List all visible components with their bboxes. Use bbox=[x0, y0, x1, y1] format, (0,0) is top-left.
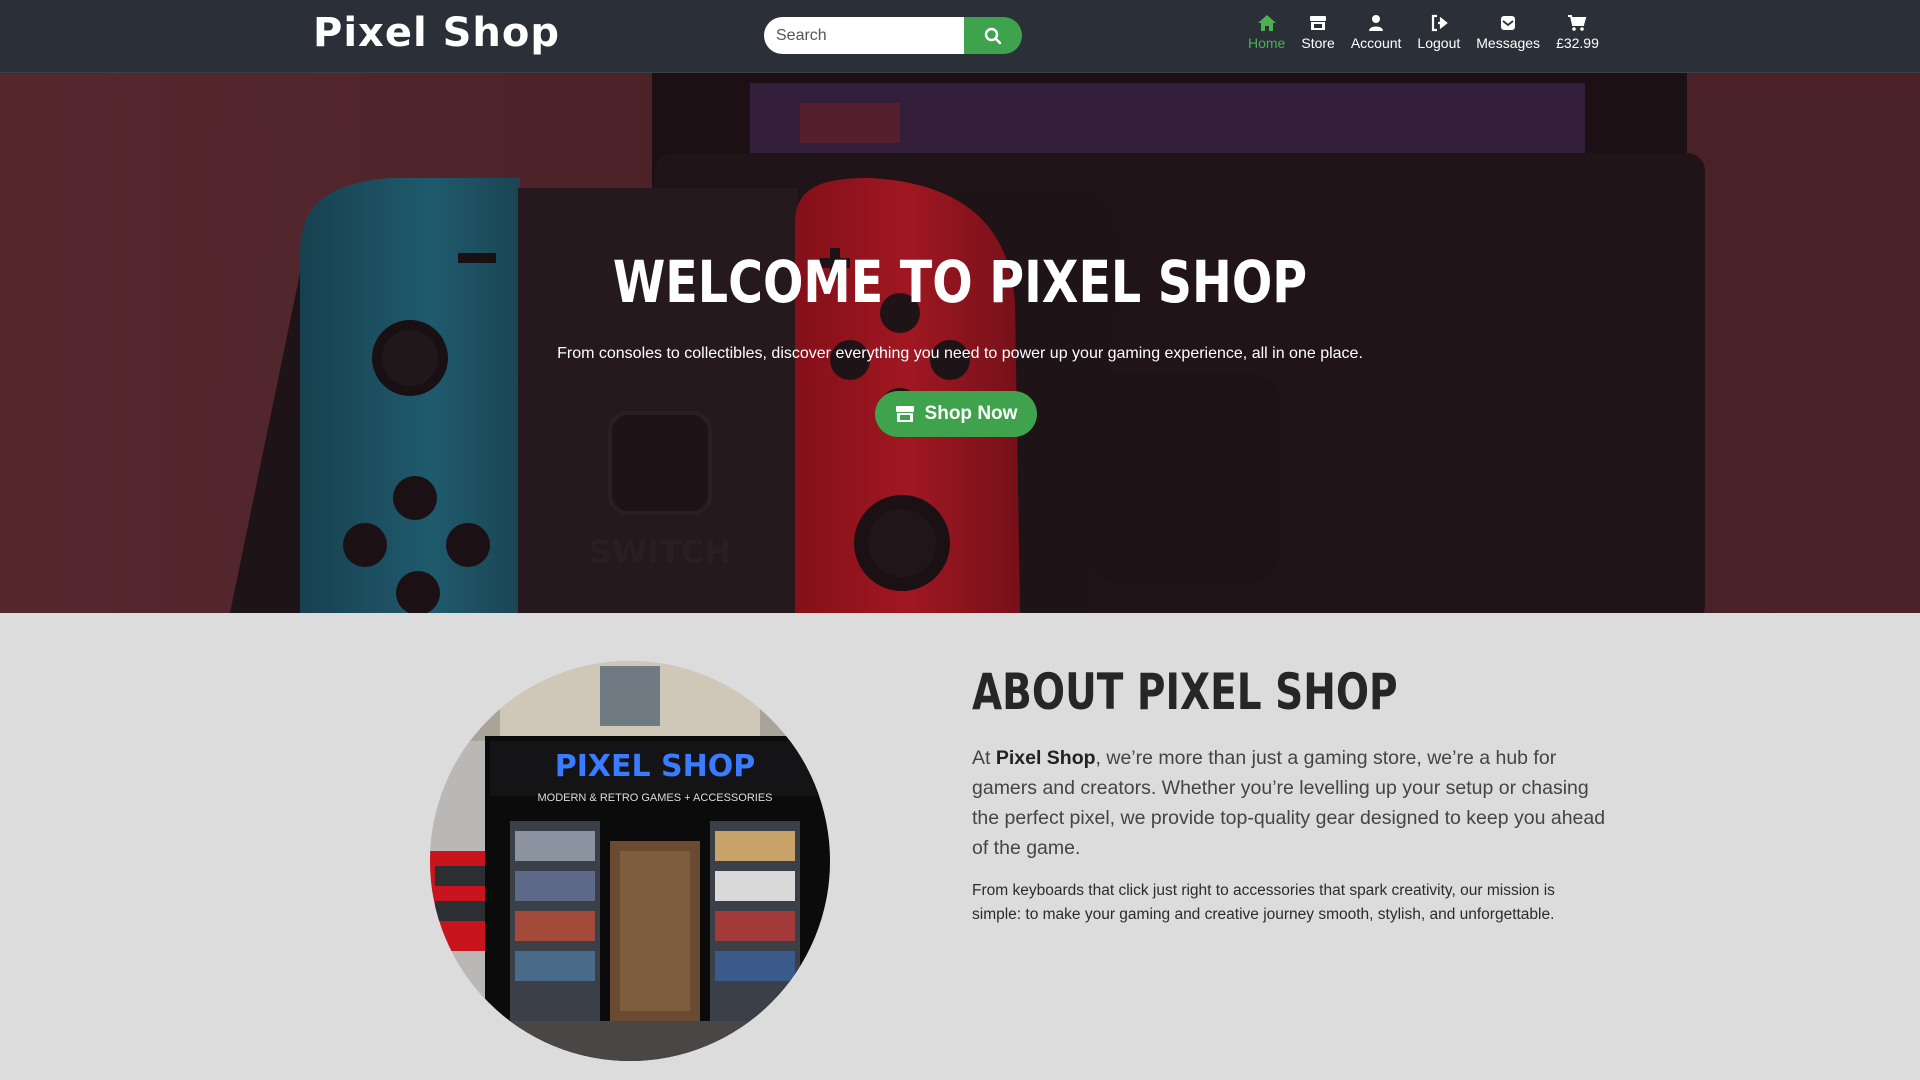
nav-cart[interactable]: £32.99 bbox=[1548, 12, 1607, 60]
top-navbar: Pixel Shop Home Store Account bbox=[0, 0, 1920, 73]
cart-icon bbox=[1567, 12, 1587, 34]
nav-messages-label: Messages bbox=[1476, 35, 1541, 51]
storefront-photo: PIXEL SHOP MODERN & RETRO GAMES + ACCESS… bbox=[430, 661, 830, 1061]
search-button[interactable] bbox=[964, 17, 1022, 54]
search-icon bbox=[984, 27, 1002, 44]
storefront-sign: PIXEL SHOP bbox=[555, 749, 756, 784]
storefront-sign-sub: MODERN & RETRO GAMES + ACCESSORIES bbox=[537, 792, 772, 804]
about-title: ABOUT PIXEL SHOP bbox=[972, 663, 1398, 721]
search-bar bbox=[764, 17, 1022, 54]
nav-messages[interactable]: Messages bbox=[1468, 12, 1548, 60]
hero-title: WELCOME TO PIXEL SHOP bbox=[612, 248, 1308, 316]
nav-home[interactable]: Home bbox=[1240, 12, 1293, 60]
site-logo[interactable]: Pixel Shop bbox=[313, 10, 560, 56]
nav-account-label: Account bbox=[1350, 35, 1402, 51]
nav-logout-label: Logout bbox=[1417, 35, 1461, 51]
store-icon bbox=[1309, 12, 1327, 34]
main-nav: Home Store Account Logout Messages £32.9… bbox=[1240, 12, 1607, 60]
home-icon bbox=[1257, 12, 1277, 34]
nav-home-label: Home bbox=[1248, 35, 1286, 51]
about-intro-prefix: At bbox=[972, 747, 996, 769]
hero-subtitle: From consoles to collectibles, discover … bbox=[557, 345, 1363, 362]
hero-overlay bbox=[0, 73, 1920, 613]
nav-logout[interactable]: Logout bbox=[1409, 12, 1468, 60]
user-icon bbox=[1368, 12, 1384, 34]
about-section: PIXEL SHOP MODERN & RETRO GAMES + ACCESS… bbox=[0, 613, 1920, 1080]
envelope-icon bbox=[1499, 12, 1517, 34]
nav-store[interactable]: Store bbox=[1293, 12, 1342, 60]
nav-store-label: Store bbox=[1301, 35, 1335, 51]
nav-cart-total: £32.99 bbox=[1556, 35, 1599, 51]
about-brand-name: Pixel Shop bbox=[995, 747, 1096, 769]
shop-now-label: Shop Now bbox=[924, 403, 1018, 424]
logout-icon bbox=[1430, 12, 1448, 34]
about-mission-paragraph: From keyboards that click just right to … bbox=[972, 882, 1555, 923]
about-intro-paragraph: At Pixel Shop, we’re more than just a ga… bbox=[972, 743, 1607, 863]
nav-account[interactable]: Account bbox=[1343, 12, 1410, 60]
search-input[interactable] bbox=[764, 17, 964, 54]
shop-now-button[interactable]: Shop Now bbox=[875, 391, 1037, 437]
store-icon bbox=[895, 406, 914, 422]
hero-banner: SWITCH WELCOME TO PIXEL SHOP From consol… bbox=[0, 73, 1920, 613]
